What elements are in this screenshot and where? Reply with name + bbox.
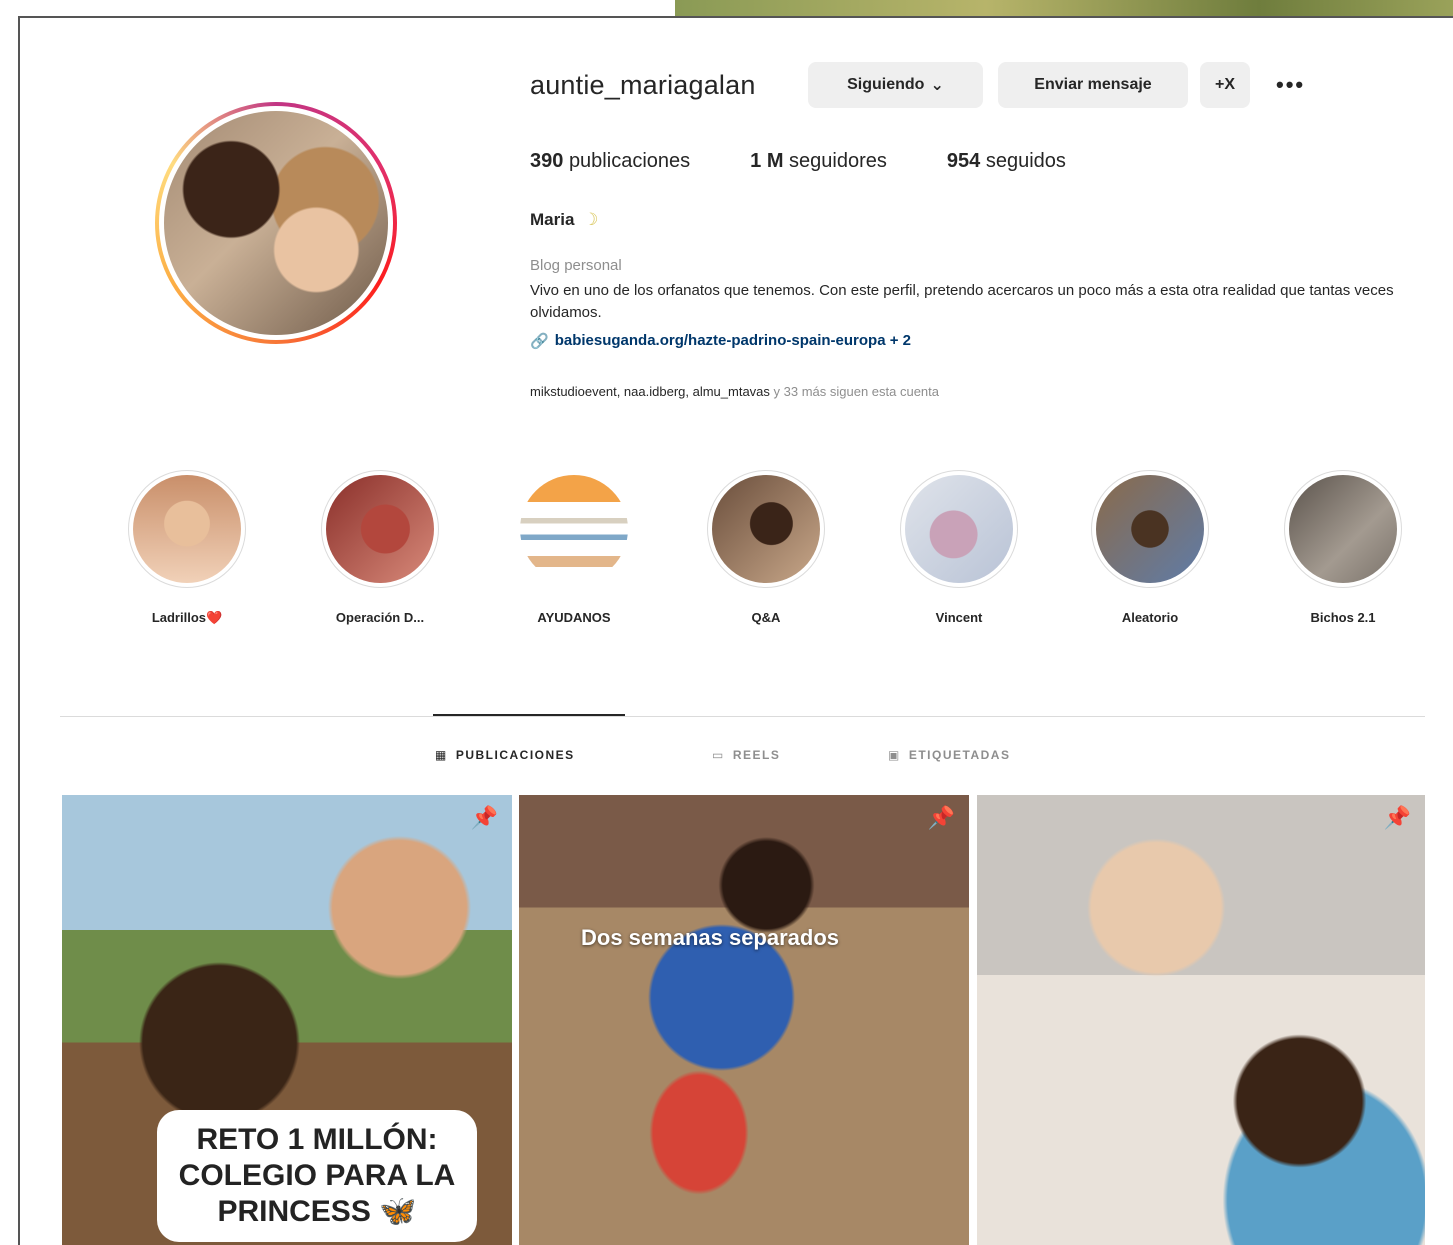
highlight-label: Q&A <box>751 610 781 625</box>
post-overlay-text: Dos semanas separados <box>581 925 840 950</box>
highlight-cover <box>1284 470 1402 588</box>
following-button-label: Siguiendo <box>847 76 925 93</box>
highlight-label: Ladrillos❤️ <box>151 610 223 625</box>
pin-icon: 📌 <box>927 805 955 830</box>
profile-username: auntie_mariagalan <box>530 70 756 100</box>
post-thumbnail[interactable]: 📌 RETO 1 MILLÓN: COLEGIO PARA LA PRINCES… <box>62 795 512 1245</box>
highlight-label: Operación D... <box>335 610 425 625</box>
highlight-image <box>133 475 241 583</box>
highlight-cover <box>900 470 1018 588</box>
followed-by-rest: y 33 más siguen esta cuenta <box>769 384 940 399</box>
highlight-item[interactable]: Bichos 2.1 <box>1268 470 1418 625</box>
top-photo-strip <box>675 0 1453 16</box>
chevron-down-icon: ⌄ <box>930 77 944 94</box>
highlight-label: AYUDANOS <box>537 610 611 625</box>
pin-icon: 📌 <box>470 805 498 830</box>
highlight-label: Bichos 2.1 <box>1310 610 1376 625</box>
post-caption-box: RETO 1 MILLÓN: COLEGIO PARA LA PRINCESS … <box>157 1110 477 1242</box>
suggest-accounts-button[interactable]: +X <box>1200 62 1250 108</box>
highlight-item[interactable]: AYUDANOS <box>499 470 649 625</box>
tab-reels-label: REELS <box>732 748 781 762</box>
pin-icon: 📌 <box>1383 805 1411 830</box>
followers-count: 1 M <box>750 150 784 172</box>
add-user-icon: +X <box>1214 76 1235 93</box>
avatar-border <box>159 106 393 340</box>
tab-posts-label: PUBLICACIONES <box>455 748 575 762</box>
followed-by-names: mikstudioevent, naa.idberg, almu_mtavas <box>530 384 770 399</box>
highlight-image <box>520 475 628 583</box>
tab-tagged[interactable]: ▣ ETIQUETADAS <box>888 748 1010 762</box>
highlight-item[interactable]: Q&A <box>691 470 841 625</box>
highlight-cover <box>321 470 439 588</box>
highlight-image <box>905 475 1013 583</box>
highlight-cover <box>707 470 825 588</box>
tabs-divider <box>60 716 1425 717</box>
highlight-image <box>712 475 820 583</box>
avatar-photo <box>164 111 388 335</box>
following-stat[interactable]: 954 seguidos <box>947 150 1066 173</box>
highlight-cover <box>515 470 633 588</box>
highlight-cover <box>1091 470 1209 588</box>
butterfly-emoji: 🦋 <box>379 1195 417 1228</box>
highlight-item[interactable]: Vincent <box>884 470 1034 625</box>
profile-link-text: babiesuganda.org/hazte-padrino-spain-eur… <box>554 332 911 349</box>
highlight-image <box>326 475 434 583</box>
tagged-icon: ▣ <box>888 748 901 762</box>
followers-stat[interactable]: 1 M seguidores <box>750 150 887 173</box>
profile-display-name: Maria ☽ <box>530 210 598 230</box>
more-options-icon[interactable]: ••• <box>1276 72 1305 98</box>
highlight-image <box>1096 475 1204 583</box>
tab-reels[interactable]: ▭ REELS <box>712 748 780 762</box>
display-name-text: Maria <box>530 210 575 229</box>
send-message-button[interactable]: Enviar mensaje <box>998 62 1188 108</box>
reels-icon: ▭ <box>712 748 725 762</box>
link-icon: 🔗 <box>530 333 549 350</box>
tab-tagged-label: ETIQUETADAS <box>908 748 1011 762</box>
highlight-image <box>1289 475 1397 583</box>
highlight-item[interactable]: Aleatorio <box>1075 470 1225 625</box>
highlight-label: Aleatorio <box>1121 610 1179 625</box>
moon-emoji: ☽ <box>583 210 599 229</box>
following-label: seguidos <box>985 150 1066 172</box>
followers-label: seguidores <box>789 150 887 172</box>
followed-by[interactable]: mikstudioevent, naa.idberg, almu_mtavas … <box>530 384 939 399</box>
posts-count-label: publicaciones <box>568 150 691 172</box>
profile-bio: Vivo en uno de los orfanatos que tenemos… <box>530 282 1394 321</box>
profile-stats: 390 publicaciones 1 M seguidores 954 seg… <box>530 150 1066 173</box>
posts-count: 390 <box>530 150 564 172</box>
post-thumbnail[interactable]: 📌 <box>977 795 1425 1245</box>
profile-avatar[interactable] <box>155 102 397 344</box>
profile-link[interactable]: 🔗 babiesuganda.org/hazte-padrino-spain-e… <box>530 332 911 350</box>
highlight-label: Vincent <box>935 610 983 625</box>
highlight-item[interactable]: Operación D... <box>305 470 455 625</box>
posts-count-stat[interactable]: 390 publicaciones <box>530 150 690 173</box>
tab-posts[interactable]: ▦ PUBLICACIONES <box>435 748 575 762</box>
following-button[interactable]: Siguiendo ⌄ <box>808 62 983 108</box>
active-tab-indicator <box>433 714 625 716</box>
profile-category: Blog personal <box>530 257 622 274</box>
grid-icon: ▦ <box>435 748 448 762</box>
following-count: 954 <box>946 150 981 172</box>
post-thumbnail[interactable]: 📌 Dos semanas separados <box>519 795 969 1245</box>
highlight-cover <box>128 470 246 588</box>
highlight-item[interactable]: Ladrillos❤️ <box>112 470 262 626</box>
